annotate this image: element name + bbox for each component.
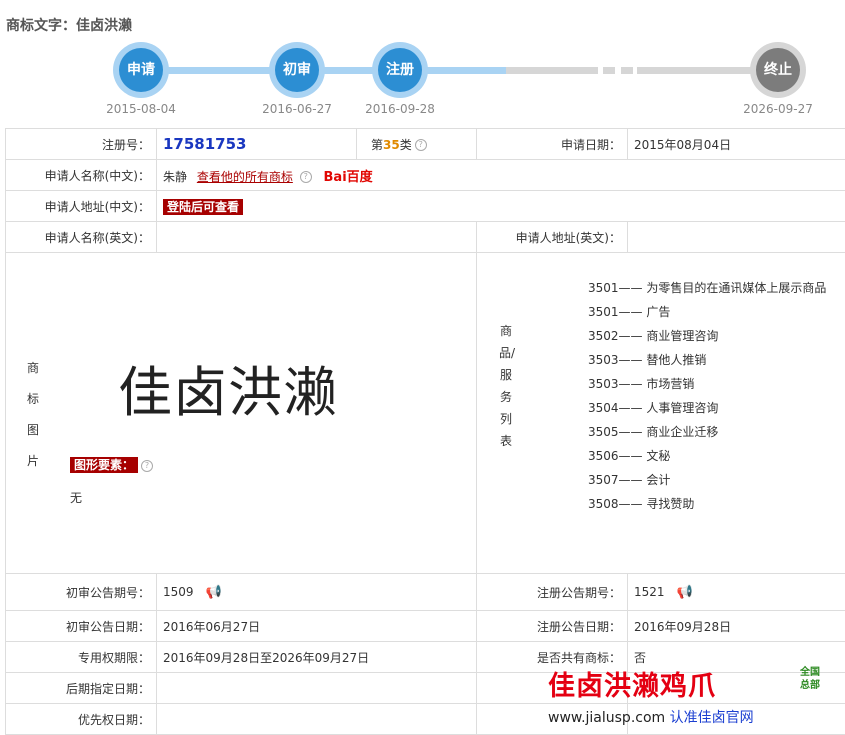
step-apply-date: 2015-08-04 — [106, 102, 176, 116]
applicant-en-label: 申请人名称(英文)： — [5, 221, 157, 253]
later-date-value — [156, 672, 477, 704]
reg-issue: 1521 — [634, 584, 665, 599]
graphic-elements: 图形要素：? — [70, 456, 154, 473]
mark-image-label: 商标图片 — [26, 361, 39, 468]
applicant-en-value — [156, 221, 477, 253]
timeline-remaining — [506, 67, 598, 74]
prelim-issue: 1509 — [163, 584, 194, 599]
login-to-view-badge[interactable]: 登陆后可查看 — [163, 198, 244, 215]
trademark-image: 佳卤洪濑 — [118, 361, 338, 424]
table-row: 商标图片 佳卤洪濑 图形要素：? 无 商品/服务列表 3501—— 为零售目的在… — [5, 252, 845, 574]
step-apply: 申请 — [113, 42, 169, 98]
table-row: 初审公告日期： 2016年06月27日 注册公告日期： 2016年09月28日 — [5, 610, 845, 642]
step-prelim-date: 2016-06-27 — [262, 102, 332, 116]
table-row: 后期指定日期： — [5, 672, 845, 704]
reg-date-label: 注册公告日期： — [476, 610, 628, 642]
apply-date: 2015年08月04日 — [627, 128, 845, 160]
mark-image-cell: 商标图片 佳卤洪濑 图形要素：? 无 — [5, 252, 477, 574]
page-title: 商标文字：佳卤洪濑 — [6, 18, 132, 34]
table-row: 初审公告期号： 1509 📢 注册公告期号： 1521 📢 — [5, 573, 845, 611]
address-cn-label: 申请人地址(中文)： — [5, 190, 157, 222]
list-item: 3506—— 文秘 — [588, 449, 671, 463]
list-item: 3502—— 商业管理咨询 — [588, 329, 719, 343]
announcement-horn-icon[interactable]: 📢 — [206, 585, 222, 600]
step-register: 注册 — [372, 42, 428, 98]
timeline-gap-dot — [621, 67, 633, 74]
view-all-trademarks-link[interactable]: 查看他的所有商标 — [197, 170, 293, 184]
priority-date-value — [156, 703, 477, 735]
exclusive-period: 2016年09月28日至2026年09月27日 — [156, 641, 477, 673]
watermark-hq: 全国总部 — [800, 667, 820, 691]
status-timeline: 申请 2015-08-04 初审 2016-06-27 注册 2016-09-2… — [0, 40, 845, 120]
reg-date: 2016年09月28日 — [627, 610, 845, 642]
list-item: 3507—— 会计 — [588, 473, 671, 487]
announcement-horn-icon[interactable]: 📢 — [677, 585, 693, 600]
table-row: 注册号： 17581753 第35类? 申请日期： 2015年08月04日 — [5, 128, 845, 160]
list-item: 3505—— 商业企业迁移 — [588, 425, 719, 439]
prelim-date-label: 初审公告日期： — [5, 610, 157, 642]
table-row: 申请人名称(中文)： 朱静 查看他的所有商标 ? Bai百度 — [5, 159, 845, 191]
step-prelim: 初审 — [269, 42, 325, 98]
reg-issue-cell: 1521 📢 — [627, 573, 845, 611]
list-item: 3503—— 市场营销 — [588, 377, 695, 391]
step-register-date: 2016-09-28 — [365, 102, 435, 116]
step-end-date: 2026-09-27 — [743, 102, 813, 116]
exclusive-label: 专用权期限： — [5, 641, 157, 673]
graphic-elements-label: 图形要素： — [70, 457, 139, 473]
list-item: 3504—— 人事管理咨询 — [588, 401, 719, 415]
help-icon[interactable]: ? — [414, 139, 427, 151]
address-en-label: 申请人地址(英文)： — [476, 221, 628, 253]
applicant-cn-label: 申请人名称(中文)： — [5, 159, 157, 191]
timeline-gap-dot — [603, 67, 615, 74]
prelim-date: 2016年06月27日 — [156, 610, 477, 642]
list-item: 3501—— 为零售目的在通讯媒体上展示商品 — [588, 281, 827, 295]
class-number: 35 — [383, 137, 400, 152]
watermark-slogan: 认准佳卤官网 — [669, 710, 754, 726]
watermark-url: www.jialusp.com 认准佳卤官网 — [548, 707, 754, 727]
priority-date-label: 优先权日期： — [5, 703, 157, 735]
watermark-url-text: www.jialusp.com — [548, 710, 666, 726]
later-date-label: 后期指定日期： — [5, 672, 157, 704]
reg-no-cell: 17581753 — [156, 128, 357, 160]
class-suffix: 类 — [399, 137, 412, 152]
class-cell: 第35类? — [356, 128, 477, 160]
reg-issue-label: 注册公告期号： — [476, 573, 628, 611]
step-end: 终止 — [750, 42, 806, 98]
table-row: 申请人名称(英文)： 申请人地址(英文)： — [5, 221, 845, 253]
class-prefix: 第 — [371, 137, 384, 152]
help-icon[interactable]: ? — [299, 171, 312, 183]
graphic-elements-value: 无 — [70, 491, 83, 505]
help-icon[interactable]: ? — [141, 459, 154, 472]
prelim-issue-cell: 1509 📢 — [156, 573, 477, 611]
address-cn-cell: 登陆后可查看 — [156, 190, 845, 222]
applicant-cn-cell: 朱静 查看他的所有商标 ? Bai百度 — [156, 159, 845, 191]
goods-list-label: 商品/服务列表 — [499, 324, 516, 448]
goods-cell: 商品/服务列表 3501—— 为零售目的在通讯媒体上展示商品 3501—— 广告… — [476, 252, 845, 574]
goods-list: 3501—— 为零售目的在通讯媒体上展示商品 3501—— 广告 3502—— … — [588, 276, 826, 516]
reg-no-label: 注册号： — [5, 128, 157, 160]
table-row: 专用权期限： 2016年09月28日至2026年09月27日 是否共有商标： 否 — [5, 641, 845, 673]
watermark-brand: 佳卤洪濑鸡爪 — [548, 671, 716, 702]
list-item: 3503—— 替他人推销 — [588, 353, 707, 367]
prelim-issue-label: 初审公告期号： — [5, 573, 157, 611]
reg-no: 17581753 — [163, 135, 247, 153]
applicant-cn: 朱静 — [163, 169, 188, 184]
table-row: 申请人地址(中文)： 登陆后可查看 — [5, 190, 845, 222]
address-en-value — [627, 221, 845, 253]
list-item: 3508—— 寻找赞助 — [588, 497, 695, 511]
apply-date-label: 申请日期： — [476, 128, 628, 160]
trademark-info-table: 注册号： 17581753 第35类? 申请日期： 2015年08月04日 申请… — [5, 128, 845, 735]
baidu-search-logo[interactable]: Bai百度 — [324, 170, 373, 185]
list-item: 3501—— 广告 — [588, 305, 671, 319]
